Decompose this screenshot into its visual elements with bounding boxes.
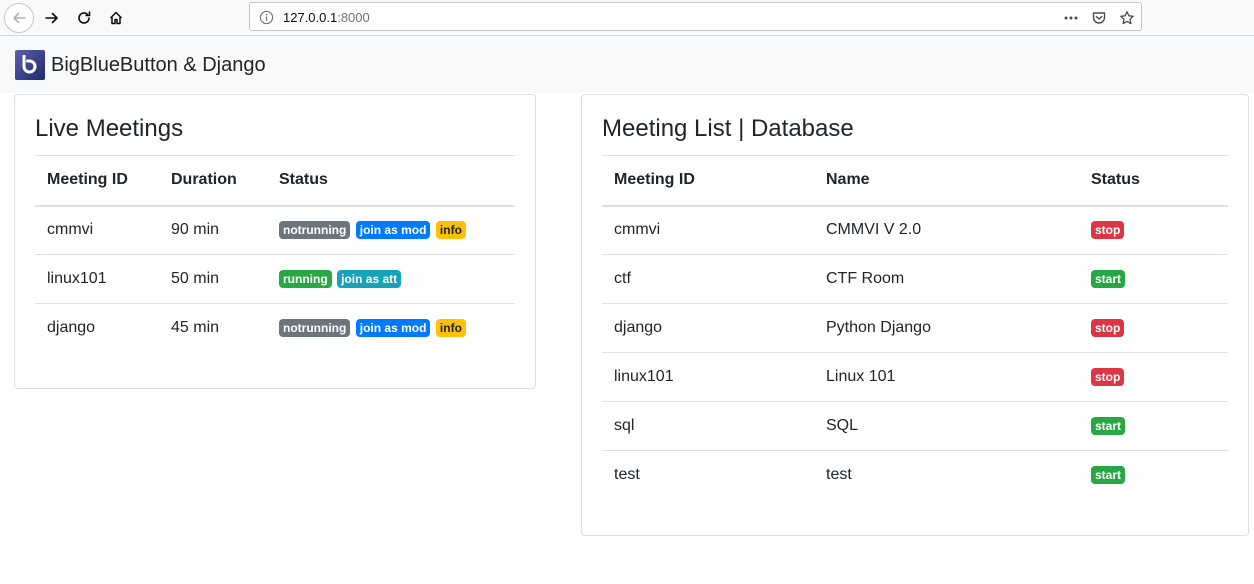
meeting-database-card: Meeting List | Database Meeting ID Name … xyxy=(581,94,1249,536)
meeting-name-cell: Linux 101 xyxy=(814,352,1079,402)
running-badge: running xyxy=(279,269,332,288)
column-header-status: Status xyxy=(267,155,515,207)
start-badge[interactable]: start xyxy=(1091,269,1126,288)
start-badge[interactable]: start xyxy=(1091,466,1126,485)
meeting-id-cell: django xyxy=(35,303,159,353)
join-as-mod-badge[interactable]: join as mod xyxy=(355,221,431,240)
url-bar[interactable]: 127.0.0.1:8000 xyxy=(249,2,1142,31)
status-cell: notrunning join as mod info xyxy=(267,303,515,353)
table-header-row: Meeting ID Name Status xyxy=(602,155,1228,207)
browser-toolbar: 127.0.0.1:8000 xyxy=(0,0,1254,36)
meeting-name-cell: CTF Room xyxy=(814,254,1079,304)
app-navbar: BigBlueButton & Django xyxy=(0,37,1254,93)
app-brand[interactable]: BigBlueButton & Django xyxy=(51,53,266,77)
status-cell: notrunning join as mod info xyxy=(267,206,515,255)
meeting-database-table: Meeting ID Name Status cmmvi CMMVI V 2.0 s… xyxy=(602,155,1228,500)
info-badge[interactable]: info xyxy=(435,221,466,240)
meeting-id-cell: sql xyxy=(602,401,814,451)
status-cell: stop xyxy=(1079,206,1228,255)
status-cell: stop xyxy=(1079,303,1228,353)
meeting-id-cell: django xyxy=(602,303,814,353)
meeting-id-cell: cmmvi xyxy=(47,221,94,239)
live-meetings-table: Meeting ID Duration Status cmmvi 90 min no… xyxy=(35,155,515,353)
table-row: test test start xyxy=(602,450,1228,500)
start-badge[interactable]: start xyxy=(1091,416,1126,435)
star-icon[interactable] xyxy=(1118,9,1135,26)
duration-cell: 50 min xyxy=(159,254,267,304)
stop-badge[interactable]: stop xyxy=(1091,221,1125,240)
duration-cell: 90 min xyxy=(171,221,220,239)
status-cell: start xyxy=(1079,254,1228,304)
column-header-duration: Duration xyxy=(159,155,267,207)
home-icon[interactable] xyxy=(101,3,131,33)
url-text[interactable]: 127.0.0.1:8000 xyxy=(283,10,370,25)
table-row: cmmvi CMMVI V 2.0 stop xyxy=(602,206,1228,255)
meeting-id-cell: linux101 xyxy=(602,352,814,402)
live-meetings-title: Live Meetings xyxy=(35,115,184,142)
table-row: django 45 min notrunning join as mod info xyxy=(35,303,515,353)
status-cell: start xyxy=(1079,450,1228,500)
meeting-name-cell: SQL xyxy=(814,401,1079,451)
meeting-id-cell: linux101 xyxy=(35,254,159,304)
status-cell: start xyxy=(1079,401,1228,451)
info-badge[interactable]: info xyxy=(435,319,466,338)
table-row: sql SQL start xyxy=(602,401,1228,451)
table-header-row: Meeting ID Duration Status xyxy=(35,155,515,207)
meeting-database-title: Meeting List | Database xyxy=(602,115,854,142)
table-row: django Python Django stop xyxy=(602,303,1228,353)
table-row: linux101 50 min running join as att xyxy=(35,254,515,304)
stop-badge[interactable]: stop xyxy=(1091,318,1125,337)
bigbluebutton-logo-icon[interactable] xyxy=(15,50,45,80)
column-header-meeting-id: Meeting ID xyxy=(602,155,814,207)
meeting-name-cell: test xyxy=(814,450,1079,500)
column-header-name: Name xyxy=(814,155,1079,207)
meeting-name-cell: Python Django xyxy=(814,303,1079,353)
meeting-id-cell: cmmvi xyxy=(614,221,661,239)
back-icon[interactable] xyxy=(4,3,34,33)
forward-icon[interactable] xyxy=(37,3,67,33)
meeting-name-cell: CMMVI V 2.0 xyxy=(826,221,922,239)
meeting-id-cell: ctf xyxy=(602,254,814,304)
status-cell: stop xyxy=(1079,352,1228,402)
status-cell: running join as att xyxy=(267,254,515,304)
table-row: ctf CTF Room start xyxy=(602,254,1228,304)
url-host: 127.0.0.1 xyxy=(283,10,338,25)
column-header-meeting-id: Meeting ID xyxy=(35,155,159,207)
reload-icon[interactable] xyxy=(69,3,99,33)
duration-cell: 45 min xyxy=(159,303,267,353)
more-icon[interactable] xyxy=(1062,9,1079,26)
url-port: :8000 xyxy=(337,10,370,25)
pocket-icon[interactable] xyxy=(1090,9,1107,26)
join-as-att-badge[interactable]: join as att xyxy=(337,269,402,288)
column-header-status: Status xyxy=(1079,155,1228,207)
meeting-id-cell: test xyxy=(602,450,814,500)
notrunning-badge: notrunning xyxy=(279,319,351,338)
table-row: cmmvi 90 min notrunning join as mod info xyxy=(35,206,515,255)
table-row: linux101 Linux 101 stop xyxy=(602,352,1228,402)
join-as-mod-badge[interactable]: join as mod xyxy=(355,319,431,338)
notrunning-badge: notrunning xyxy=(279,221,351,240)
info-icon[interactable] xyxy=(258,9,274,25)
live-meetings-card: Live Meetings Meeting ID Duration Status… xyxy=(14,94,536,389)
stop-badge[interactable]: stop xyxy=(1091,367,1125,386)
